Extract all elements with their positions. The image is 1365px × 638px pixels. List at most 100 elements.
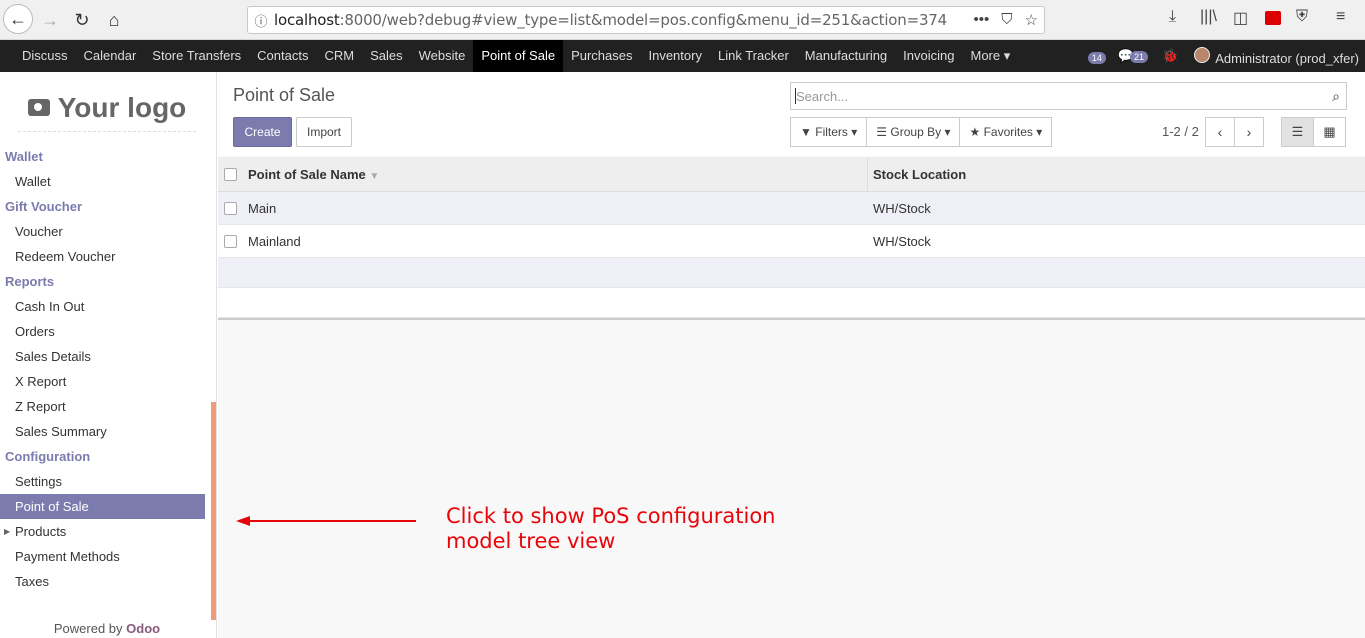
cell-location[interactable]: WH/Stock <box>873 234 931 249</box>
forward-icon[interactable]: → <box>36 6 64 34</box>
menu-item-website[interactable]: Website <box>411 40 474 72</box>
groupby-dropdown[interactable]: ☰ Group By ▾ <box>866 117 961 147</box>
filter-icon: ▼ <box>800 125 812 139</box>
url-bar[interactable]: ⓘ localhost:8000/web?debug#view_type=lis… <box>247 6 1045 34</box>
pocket-icon[interactable]: ⛉ <box>1001 11 1012 29</box>
sidebar: Your logo Wallet Wallet Gift Voucher Vouche… <box>0 72 217 638</box>
messages-icon[interactable]: 💬21 <box>1118 48 1149 64</box>
menu-item-point-of-sale[interactable]: Point of Sale <box>473 40 564 72</box>
sidebar-item-orders[interactable]: Orders <box>0 319 205 344</box>
menu-item-store-transfers[interactable]: Store Transfers <box>144 40 249 72</box>
import-button[interactable]: Import <box>296 117 352 147</box>
sidebar-item-label: Redeem Voucher <box>15 249 116 264</box>
debug-bug-icon[interactable]: 🐞 <box>1162 48 1178 64</box>
sidebar-item-cash-in-out[interactable]: Cash In Out <box>0 294 205 319</box>
row-checkbox[interactable] <box>224 235 237 248</box>
library-icon[interactable]: |||\ <box>1200 8 1217 26</box>
menu-item-link-tracker[interactable]: Link Tracker <box>710 40 797 72</box>
sidebar-item-sales-details[interactable]: Sales Details <box>0 344 205 369</box>
sidebar-item-label: X Report <box>15 374 67 389</box>
sidebar-item-settings[interactable]: Settings <box>0 469 205 494</box>
sidebar-item-sales-summary[interactable]: Sales Summary <box>0 419 205 444</box>
kanban-view-button[interactable]: ▦ <box>1313 117 1346 147</box>
list-view-button[interactable]: ☰ <box>1281 117 1314 147</box>
menu-item-invoicing[interactable]: Invoicing <box>895 40 962 72</box>
column-header-location[interactable]: Stock Location <box>873 167 966 182</box>
empty-row <box>218 288 1365 318</box>
extension-icon[interactable] <box>1265 11 1281 25</box>
expand-caret-icon[interactable]: ▶ <box>4 519 10 544</box>
sidebar-item-taxes[interactable]: Taxes <box>0 569 205 594</box>
cell-name[interactable]: Mainland <box>248 234 301 249</box>
url-text[interactable]: localhost:8000/web?debug#view_type=list&… <box>274 11 947 29</box>
hamburger-menu-icon[interactable]: ≡ <box>1336 8 1345 26</box>
cell-name[interactable]: Main <box>248 201 276 216</box>
sidebar-menu: Wallet Wallet Gift Voucher Voucher Redeem Vo… <box>0 144 205 594</box>
bookmark-star-icon[interactable]: ☆ <box>1025 11 1038 29</box>
sidebar-section-gift-voucher[interactable]: Gift Voucher <box>0 194 205 219</box>
company-logo[interactable]: Your logo <box>18 84 196 132</box>
sort-caret-icon: ▼ <box>369 171 380 182</box>
sidebar-scrollbar[interactable] <box>211 402 216 620</box>
back-icon[interactable]: ← <box>3 4 33 34</box>
menu-item-calendar[interactable]: Calendar <box>76 40 145 72</box>
sidebar-item-label: Orders <box>15 324 55 339</box>
odoo-link[interactable]: Odoo <box>126 621 160 636</box>
sidebar-item-z-report[interactable]: Z Report <box>0 394 205 419</box>
sidebar-item-x-report[interactable]: X Report <box>0 369 205 394</box>
sidebar-item-redeem-voucher[interactable]: Redeem Voucher <box>0 244 205 269</box>
sidebar-section-wallet[interactable]: Wallet <box>0 144 205 169</box>
browser-toolbar: ← → ↻ ⌂ ⓘ localhost:8000/web?debug#view_… <box>0 0 1365 40</box>
sidebar-item-label: Wallet <box>15 174 51 189</box>
sidebar-section-reports[interactable]: Reports <box>0 269 205 294</box>
row-checkbox[interactable] <box>224 202 237 215</box>
menu-item-contacts[interactable]: Contacts <box>249 40 316 72</box>
control-panel: Point of Sale Create Import Search... ⌕ … <box>218 72 1365 156</box>
sidebar-item-label: Payment Methods <box>15 549 120 564</box>
sidebar-item-products[interactable]: ▶ Products <box>0 519 205 544</box>
menu-item-more[interactable]: More ▾ <box>962 40 1018 72</box>
search-icon[interactable]: ⌕ <box>1332 88 1340 105</box>
menu-item-crm[interactable]: CRM <box>316 40 362 72</box>
page-actions-icon[interactable]: ••• <box>974 11 990 29</box>
sidebar-section-configuration[interactable]: Configuration <box>0 444 205 469</box>
powered-by: Powered by Odoo <box>53 621 161 636</box>
user-menu[interactable]: Administrator (prod_xfer) <box>1194 46 1359 66</box>
download-icon[interactable]: ⤓ <box>1169 8 1176 26</box>
sidebar-item-label: Voucher <box>15 224 63 239</box>
sidebar-item-point-of-sale[interactable]: Point of Sale <box>0 494 205 519</box>
sidebar-item-wallet[interactable]: Wallet <box>0 169 205 194</box>
create-button[interactable]: Create <box>233 117 292 147</box>
menu-item-inventory[interactable]: Inventory <box>640 40 709 72</box>
pager-value[interactable]: 1-2 / 2 <box>1162 124 1199 139</box>
column-header-name[interactable]: Point of Sale Name ▼ <box>248 167 379 182</box>
sidebar-item-label: Sales Summary <box>15 424 107 439</box>
sidebar-toggle-icon[interactable]: ◫ <box>1233 8 1248 28</box>
menu-item-sales[interactable]: Sales <box>362 40 411 72</box>
star-icon: ★ <box>969 125 981 139</box>
reload-icon[interactable]: ↻ <box>68 6 96 34</box>
info-icon[interactable]: ⓘ <box>248 11 274 30</box>
column-separator <box>867 157 868 192</box>
activity-icon[interactable]: 14 <box>1087 49 1106 64</box>
table-row[interactable]: Main WH/Stock <box>218 192 1365 225</box>
list-table: Point of Sale Name ▼ Stock Location Main… <box>218 157 1365 318</box>
select-all-checkbox[interactable] <box>224 168 237 181</box>
shield-icon[interactable]: ⛨ <box>1296 8 1308 26</box>
sidebar-item-payment-methods[interactable]: Payment Methods <box>0 544 205 569</box>
table-row[interactable]: Mainland WH/Stock <box>218 225 1365 258</box>
sidebar-item-label: Settings <box>15 474 62 489</box>
menu-item-discuss[interactable]: Discuss <box>14 40 76 72</box>
user-name: Administrator (prod_xfer) <box>1215 50 1359 66</box>
search-input[interactable]: Search... ⌕ <box>790 82 1347 110</box>
annotation-line-1: Click to show PoS configuration <box>446 504 776 528</box>
cell-location[interactable]: WH/Stock <box>873 201 931 216</box>
sidebar-item-voucher[interactable]: Voucher <box>0 219 205 244</box>
menu-item-purchases[interactable]: Purchases <box>563 40 640 72</box>
menu-item-manufacturing[interactable]: Manufacturing <box>797 40 895 72</box>
filters-dropdown[interactable]: ▼ Filters ▾ <box>790 117 868 147</box>
home-icon[interactable]: ⌂ <box>100 6 128 34</box>
pager-previous-button[interactable]: ‹ <box>1205 117 1235 147</box>
favorites-dropdown[interactable]: ★ Favorites ▾ <box>959 117 1053 147</box>
pager-next-button[interactable]: › <box>1234 117 1264 147</box>
